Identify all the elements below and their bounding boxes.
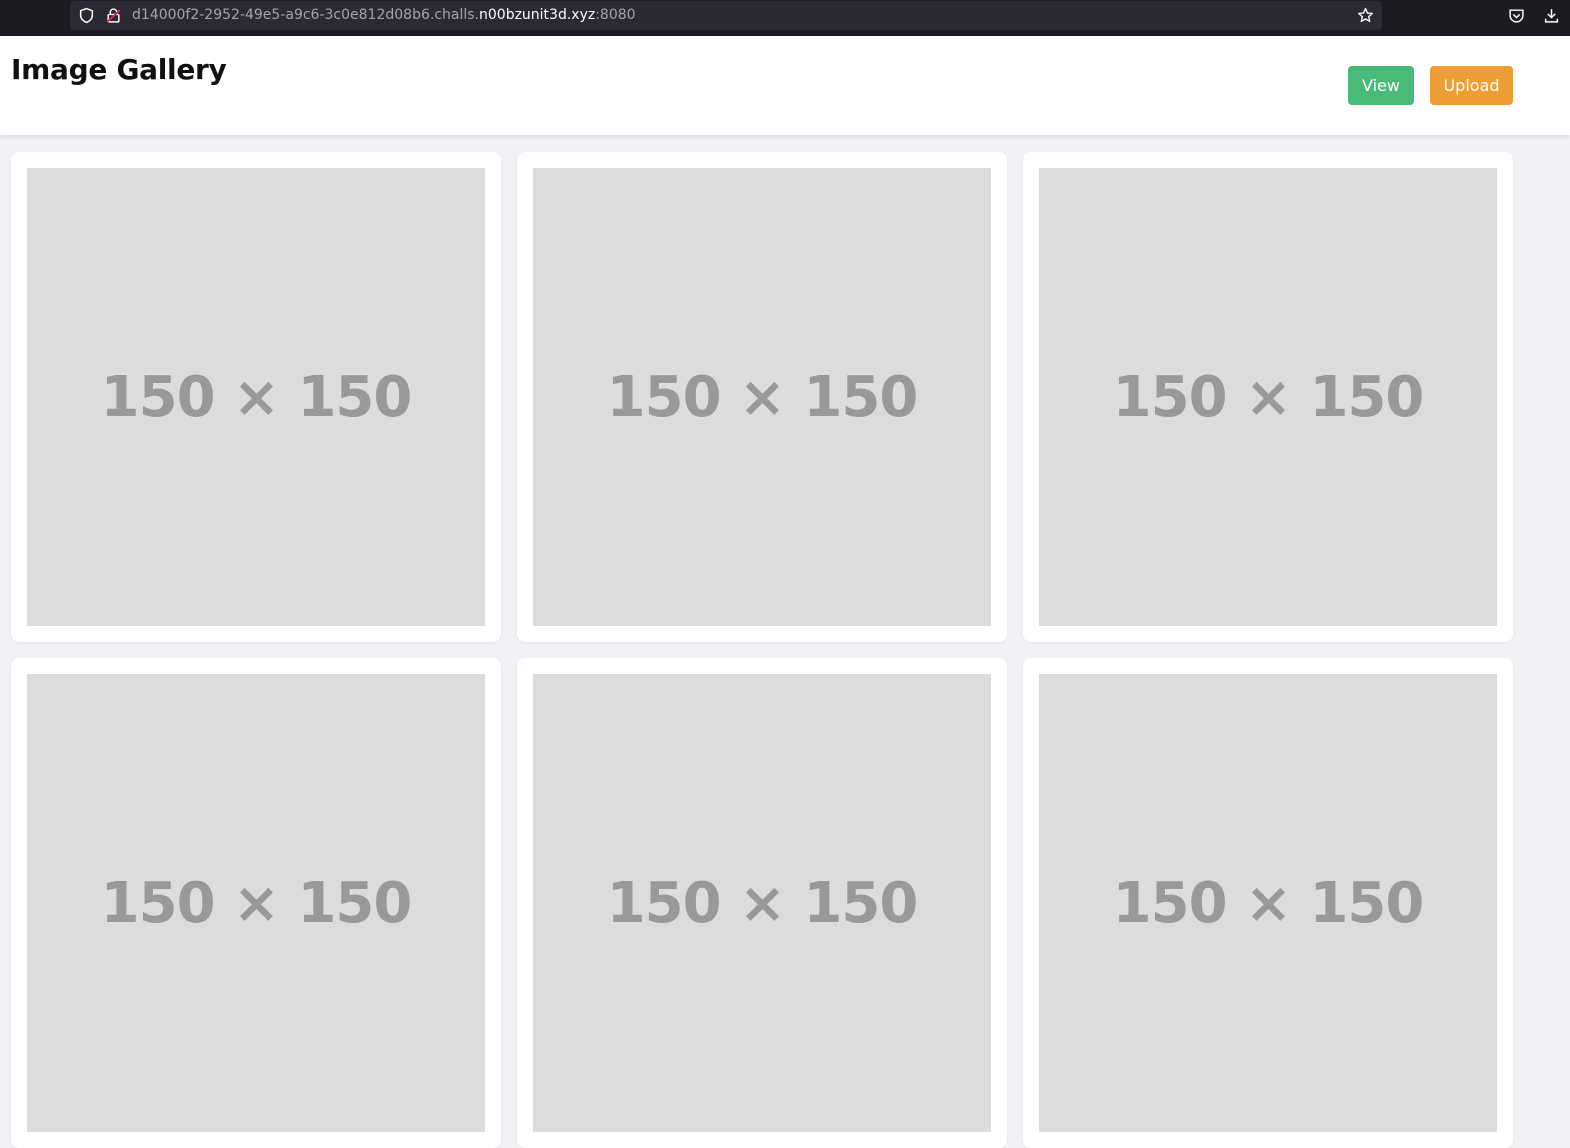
image-placeholder[interactable]: 150 × 150 xyxy=(27,168,485,626)
address-bar[interactable]: d14000f2-2952-49e5-a9c6-3c0e812d08b6.cha… xyxy=(70,1,1382,30)
image-placeholder[interactable]: 150 × 150 xyxy=(533,674,991,1132)
url-port: :8080 xyxy=(595,7,636,23)
page-header: Image Gallery View Upload xyxy=(0,36,1570,135)
bookmark-star-icon[interactable] xyxy=(1357,7,1374,24)
gallery-card: 150 × 150 xyxy=(11,152,501,642)
gallery-card: 150 × 150 xyxy=(1023,658,1513,1148)
gallery-card: 150 × 150 xyxy=(517,658,1007,1148)
gallery-card: 150 × 150 xyxy=(517,152,1007,642)
page-title: Image Gallery xyxy=(11,53,227,86)
download-icon[interactable] xyxy=(1543,7,1560,24)
pocket-icon[interactable] xyxy=(1508,7,1525,24)
url-subdomain: d14000f2-2952-49e5-a9c6-3c0e812d08b6.cha… xyxy=(132,7,479,23)
upload-button[interactable]: Upload xyxy=(1430,66,1513,105)
view-button[interactable]: View xyxy=(1348,66,1414,105)
image-gallery-grid: 150 × 150 150 × 150 150 × 150 150 × 150 … xyxy=(11,152,1513,1148)
url-domain: n00bzunit3d.xyz xyxy=(479,7,596,23)
browser-toolbar: d14000f2-2952-49e5-a9c6-3c0e812d08b6.cha… xyxy=(0,0,1570,36)
lock-icon[interactable] xyxy=(105,7,122,24)
shield-icon[interactable] xyxy=(78,7,95,24)
gallery-card: 150 × 150 xyxy=(1023,152,1513,642)
image-placeholder[interactable]: 150 × 150 xyxy=(1039,674,1497,1132)
image-placeholder[interactable]: 150 × 150 xyxy=(533,168,991,626)
url-text[interactable]: d14000f2-2952-49e5-a9c6-3c0e812d08b6.cha… xyxy=(132,7,636,24)
image-placeholder[interactable]: 150 × 150 xyxy=(27,674,485,1132)
image-placeholder[interactable]: 150 × 150 xyxy=(1039,168,1497,626)
gallery-card: 150 × 150 xyxy=(11,658,501,1148)
